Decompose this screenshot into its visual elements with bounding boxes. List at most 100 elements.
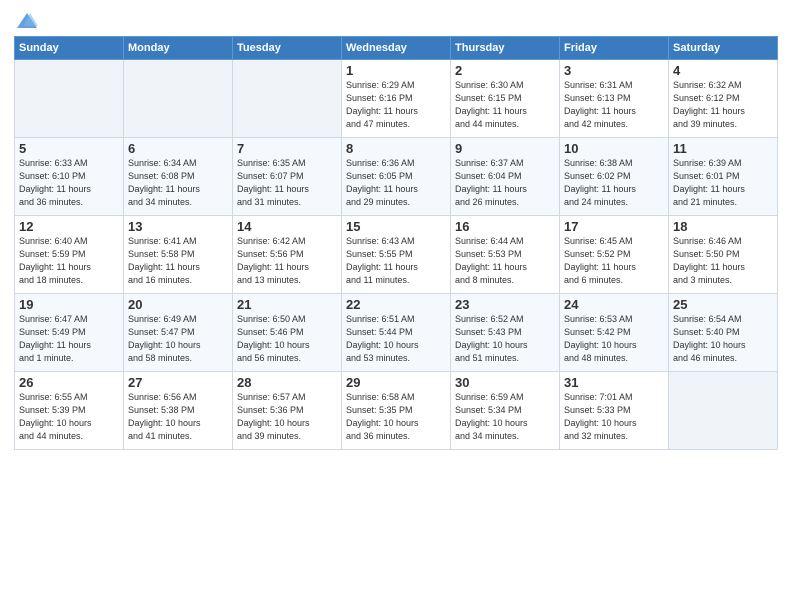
day-cell: 22Sunrise: 6:51 AM Sunset: 5:44 PM Dayli… bbox=[342, 294, 451, 372]
day-number: 6 bbox=[128, 141, 228, 156]
day-info: Sunrise: 6:45 AM Sunset: 5:52 PM Dayligh… bbox=[564, 235, 664, 287]
day-cell: 20Sunrise: 6:49 AM Sunset: 5:47 PM Dayli… bbox=[124, 294, 233, 372]
day-cell: 6Sunrise: 6:34 AM Sunset: 6:08 PM Daylig… bbox=[124, 138, 233, 216]
day-number: 8 bbox=[346, 141, 446, 156]
day-number: 29 bbox=[346, 375, 446, 390]
day-cell: 17Sunrise: 6:45 AM Sunset: 5:52 PM Dayli… bbox=[560, 216, 669, 294]
day-number: 5 bbox=[19, 141, 119, 156]
day-number: 22 bbox=[346, 297, 446, 312]
day-number: 30 bbox=[455, 375, 555, 390]
day-number: 15 bbox=[346, 219, 446, 234]
day-info: Sunrise: 6:54 AM Sunset: 5:40 PM Dayligh… bbox=[673, 313, 773, 365]
day-cell: 16Sunrise: 6:44 AM Sunset: 5:53 PM Dayli… bbox=[451, 216, 560, 294]
day-info: Sunrise: 6:29 AM Sunset: 6:16 PM Dayligh… bbox=[346, 79, 446, 131]
day-info: Sunrise: 6:59 AM Sunset: 5:34 PM Dayligh… bbox=[455, 391, 555, 443]
calendar-table: SundayMondayTuesdayWednesdayThursdayFrid… bbox=[14, 36, 778, 450]
day-number: 3 bbox=[564, 63, 664, 78]
day-info: Sunrise: 6:39 AM Sunset: 6:01 PM Dayligh… bbox=[673, 157, 773, 209]
day-cell: 3Sunrise: 6:31 AM Sunset: 6:13 PM Daylig… bbox=[560, 60, 669, 138]
day-number: 4 bbox=[673, 63, 773, 78]
week-row-5: 26Sunrise: 6:55 AM Sunset: 5:39 PM Dayli… bbox=[15, 372, 778, 450]
day-number: 23 bbox=[455, 297, 555, 312]
day-number: 31 bbox=[564, 375, 664, 390]
day-info: Sunrise: 6:55 AM Sunset: 5:39 PM Dayligh… bbox=[19, 391, 119, 443]
day-info: Sunrise: 6:49 AM Sunset: 5:47 PM Dayligh… bbox=[128, 313, 228, 365]
day-number: 10 bbox=[564, 141, 664, 156]
day-number: 16 bbox=[455, 219, 555, 234]
day-cell: 14Sunrise: 6:42 AM Sunset: 5:56 PM Dayli… bbox=[233, 216, 342, 294]
day-info: Sunrise: 7:01 AM Sunset: 5:33 PM Dayligh… bbox=[564, 391, 664, 443]
day-number: 13 bbox=[128, 219, 228, 234]
day-cell: 2Sunrise: 6:30 AM Sunset: 6:15 PM Daylig… bbox=[451, 60, 560, 138]
day-cell: 24Sunrise: 6:53 AM Sunset: 5:42 PM Dayli… bbox=[560, 294, 669, 372]
day-info: Sunrise: 6:33 AM Sunset: 6:10 PM Dayligh… bbox=[19, 157, 119, 209]
day-info: Sunrise: 6:30 AM Sunset: 6:15 PM Dayligh… bbox=[455, 79, 555, 131]
day-number: 24 bbox=[564, 297, 664, 312]
day-info: Sunrise: 6:46 AM Sunset: 5:50 PM Dayligh… bbox=[673, 235, 773, 287]
week-row-2: 5Sunrise: 6:33 AM Sunset: 6:10 PM Daylig… bbox=[15, 138, 778, 216]
day-cell bbox=[233, 60, 342, 138]
logo-icon bbox=[16, 10, 38, 32]
day-cell: 28Sunrise: 6:57 AM Sunset: 5:36 PM Dayli… bbox=[233, 372, 342, 450]
day-cell: 26Sunrise: 6:55 AM Sunset: 5:39 PM Dayli… bbox=[15, 372, 124, 450]
day-info: Sunrise: 6:31 AM Sunset: 6:13 PM Dayligh… bbox=[564, 79, 664, 131]
col-header-sunday: Sunday bbox=[15, 37, 124, 60]
week-row-1: 1Sunrise: 6:29 AM Sunset: 6:16 PM Daylig… bbox=[15, 60, 778, 138]
col-header-tuesday: Tuesday bbox=[233, 37, 342, 60]
day-number: 21 bbox=[237, 297, 337, 312]
day-cell: 13Sunrise: 6:41 AM Sunset: 5:58 PM Dayli… bbox=[124, 216, 233, 294]
day-cell: 21Sunrise: 6:50 AM Sunset: 5:46 PM Dayli… bbox=[233, 294, 342, 372]
day-number: 2 bbox=[455, 63, 555, 78]
day-number: 19 bbox=[19, 297, 119, 312]
day-number: 28 bbox=[237, 375, 337, 390]
header-row: SundayMondayTuesdayWednesdayThursdayFrid… bbox=[15, 37, 778, 60]
day-cell bbox=[15, 60, 124, 138]
day-info: Sunrise: 6:35 AM Sunset: 6:07 PM Dayligh… bbox=[237, 157, 337, 209]
day-number: 18 bbox=[673, 219, 773, 234]
day-cell: 7Sunrise: 6:35 AM Sunset: 6:07 PM Daylig… bbox=[233, 138, 342, 216]
day-info: Sunrise: 6:34 AM Sunset: 6:08 PM Dayligh… bbox=[128, 157, 228, 209]
day-cell: 25Sunrise: 6:54 AM Sunset: 5:40 PM Dayli… bbox=[669, 294, 778, 372]
day-number: 17 bbox=[564, 219, 664, 234]
day-cell: 10Sunrise: 6:38 AM Sunset: 6:02 PM Dayli… bbox=[560, 138, 669, 216]
col-header-thursday: Thursday bbox=[451, 37, 560, 60]
day-number: 25 bbox=[673, 297, 773, 312]
day-number: 14 bbox=[237, 219, 337, 234]
day-cell: 9Sunrise: 6:37 AM Sunset: 6:04 PM Daylig… bbox=[451, 138, 560, 216]
day-cell: 19Sunrise: 6:47 AM Sunset: 5:49 PM Dayli… bbox=[15, 294, 124, 372]
col-header-saturday: Saturday bbox=[669, 37, 778, 60]
col-header-friday: Friday bbox=[560, 37, 669, 60]
day-cell: 18Sunrise: 6:46 AM Sunset: 5:50 PM Dayli… bbox=[669, 216, 778, 294]
day-cell bbox=[669, 372, 778, 450]
week-row-3: 12Sunrise: 6:40 AM Sunset: 5:59 PM Dayli… bbox=[15, 216, 778, 294]
day-info: Sunrise: 6:36 AM Sunset: 6:05 PM Dayligh… bbox=[346, 157, 446, 209]
day-info: Sunrise: 6:42 AM Sunset: 5:56 PM Dayligh… bbox=[237, 235, 337, 287]
day-cell: 15Sunrise: 6:43 AM Sunset: 5:55 PM Dayli… bbox=[342, 216, 451, 294]
day-info: Sunrise: 6:51 AM Sunset: 5:44 PM Dayligh… bbox=[346, 313, 446, 365]
day-cell: 27Sunrise: 6:56 AM Sunset: 5:38 PM Dayli… bbox=[124, 372, 233, 450]
col-header-wednesday: Wednesday bbox=[342, 37, 451, 60]
day-cell: 8Sunrise: 6:36 AM Sunset: 6:05 PM Daylig… bbox=[342, 138, 451, 216]
page-container: SundayMondayTuesdayWednesdayThursdayFrid… bbox=[0, 0, 792, 458]
col-header-monday: Monday bbox=[124, 37, 233, 60]
day-number: 9 bbox=[455, 141, 555, 156]
day-info: Sunrise: 6:38 AM Sunset: 6:02 PM Dayligh… bbox=[564, 157, 664, 209]
day-cell: 5Sunrise: 6:33 AM Sunset: 6:10 PM Daylig… bbox=[15, 138, 124, 216]
day-info: Sunrise: 6:50 AM Sunset: 5:46 PM Dayligh… bbox=[237, 313, 337, 365]
logo bbox=[14, 10, 38, 32]
day-cell: 11Sunrise: 6:39 AM Sunset: 6:01 PM Dayli… bbox=[669, 138, 778, 216]
day-cell: 23Sunrise: 6:52 AM Sunset: 5:43 PM Dayli… bbox=[451, 294, 560, 372]
day-number: 11 bbox=[673, 141, 773, 156]
day-number: 20 bbox=[128, 297, 228, 312]
header bbox=[14, 10, 778, 32]
day-cell: 31Sunrise: 7:01 AM Sunset: 5:33 PM Dayli… bbox=[560, 372, 669, 450]
day-info: Sunrise: 6:57 AM Sunset: 5:36 PM Dayligh… bbox=[237, 391, 337, 443]
day-info: Sunrise: 6:44 AM Sunset: 5:53 PM Dayligh… bbox=[455, 235, 555, 287]
day-info: Sunrise: 6:41 AM Sunset: 5:58 PM Dayligh… bbox=[128, 235, 228, 287]
day-number: 27 bbox=[128, 375, 228, 390]
day-number: 7 bbox=[237, 141, 337, 156]
day-info: Sunrise: 6:53 AM Sunset: 5:42 PM Dayligh… bbox=[564, 313, 664, 365]
day-number: 26 bbox=[19, 375, 119, 390]
day-cell: 30Sunrise: 6:59 AM Sunset: 5:34 PM Dayli… bbox=[451, 372, 560, 450]
week-row-4: 19Sunrise: 6:47 AM Sunset: 5:49 PM Dayli… bbox=[15, 294, 778, 372]
